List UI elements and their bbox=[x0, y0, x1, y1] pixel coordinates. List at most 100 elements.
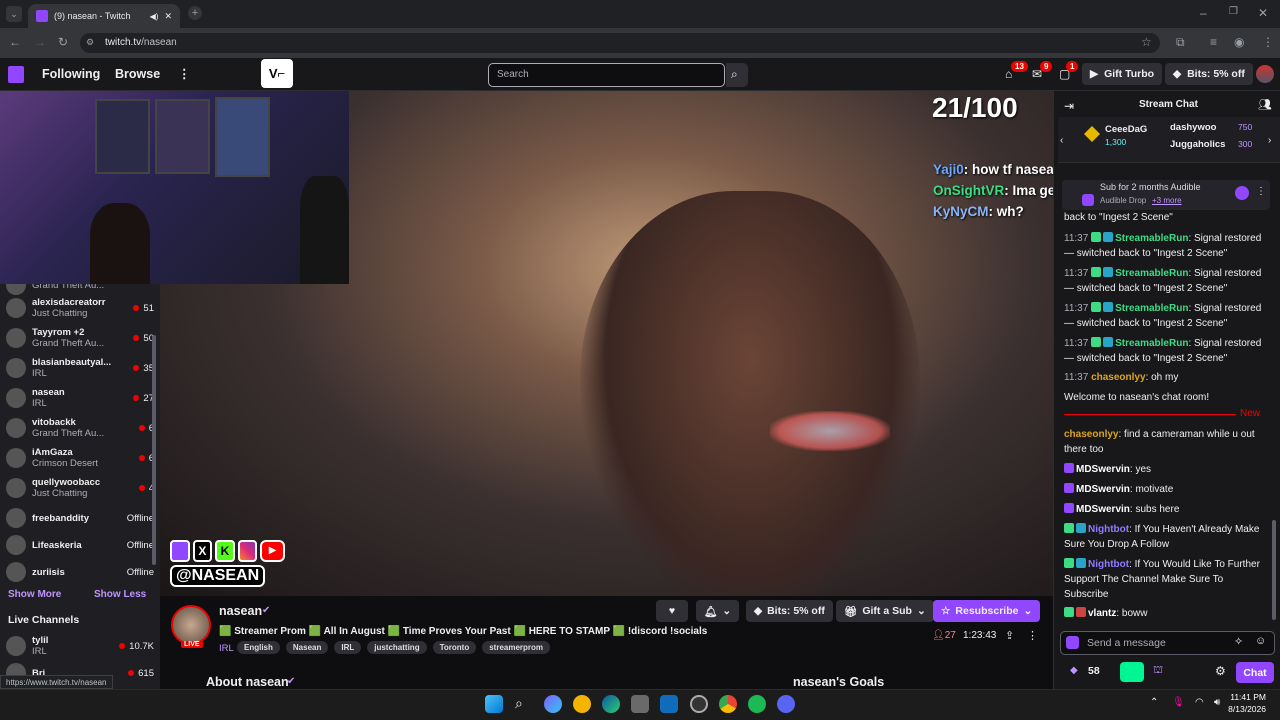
community-icon[interactable]: 👥︎ bbox=[1258, 98, 1272, 111]
chat-message[interactable]: Nightbot: If You Haven't Already Make Su… bbox=[1064, 522, 1264, 552]
sidebar-channel[interactable]: vitobackk Grand Theft Au... 6 bbox=[6, 413, 154, 443]
tray-chevron-icon[interactable]: ⌃ bbox=[1150, 697, 1158, 708]
stream-tag[interactable]: justchatting bbox=[367, 641, 427, 654]
start-icon[interactable] bbox=[485, 695, 503, 713]
sidebar-channel[interactable]: quellywoobacc Just Chatting 4 bbox=[6, 473, 154, 503]
points-icon[interactable]: ◆ bbox=[1070, 665, 1078, 676]
chat-send-button[interactable]: Chat bbox=[1236, 662, 1274, 683]
collapse-chat-icon[interactable]: ⇥ bbox=[1064, 99, 1074, 113]
chat-message[interactable]: 11:37 StreamableRun: Signal restored — s… bbox=[1064, 231, 1264, 261]
notification-button[interactable]: 🔔︎ ⌄ bbox=[696, 600, 740, 622]
chat-username[interactable]: vlantz bbox=[1088, 608, 1116, 619]
chat-message[interactable]: MDSwervin: yes bbox=[1064, 462, 1264, 477]
sidebar-channel[interactable]: freebanddity Offline bbox=[6, 503, 154, 533]
discord-icon[interactable] bbox=[777, 695, 795, 713]
chat-message[interactable]: 11:37 chaseonlyy: oh my bbox=[1064, 370, 1264, 385]
stream-tag[interactable]: English bbox=[237, 641, 280, 654]
chat-username[interactable]: Nightbot bbox=[1088, 524, 1129, 535]
streamer-avatar[interactable] bbox=[171, 605, 211, 645]
chat-message[interactable]: chaseonlyy: find a cameraman while u out… bbox=[1064, 427, 1264, 457]
maximize-icon[interactable]: ❐ bbox=[1229, 6, 1238, 17]
chat-username[interactable]: StreamableRun bbox=[1115, 303, 1188, 314]
hype-icon[interactable]: ⛫ bbox=[1153, 664, 1163, 678]
gift-turbo-button[interactable]: ▶ Gift Turbo bbox=[1082, 63, 1163, 85]
forward-icon[interactable]: → bbox=[34, 35, 46, 49]
chat-message[interactable]: Nightbot: If You Would Like To Further S… bbox=[1064, 557, 1264, 602]
clock-time[interactable]: 11:41 PM bbox=[1230, 692, 1266, 702]
browser-tab[interactable]: (9) nasean - Twitch ◀) ✕ bbox=[28, 4, 180, 28]
reload-icon[interactable]: ↻ bbox=[58, 35, 68, 49]
emote-icon[interactable]: ☺ bbox=[1255, 635, 1266, 647]
sidebar-channel[interactable]: Tayyrom +2 Grand Theft Au... 50 bbox=[6, 323, 154, 353]
more-menu-icon[interactable]: ⋮ bbox=[178, 66, 191, 81]
sidebar-scrollbar[interactable] bbox=[152, 335, 156, 565]
mic-icon[interactable]: 🎙︎ bbox=[1172, 697, 1185, 708]
twitch-logo-icon[interactable] bbox=[8, 66, 24, 83]
stream-tag[interactable]: IRL bbox=[334, 641, 362, 654]
new-tab-button[interactable]: + bbox=[188, 6, 202, 20]
volume-icon[interactable]: 🔊︎ bbox=[1214, 697, 1220, 708]
chat-username[interactable]: Nightbot bbox=[1088, 559, 1129, 570]
media-control-icon[interactable]: ≡ bbox=[1210, 35, 1217, 49]
bits-button[interactable]: ◆ Bits: 5% off bbox=[746, 600, 833, 622]
chat-message[interactable]: 11:37 StreamableRun: Signal restored — s… bbox=[1064, 266, 1264, 296]
teams-chat-icon[interactable] bbox=[573, 695, 591, 713]
url-field[interactable]: twitch.tv/nasean bbox=[80, 33, 1160, 53]
chat-username[interactable]: chaseonlyy bbox=[1064, 429, 1118, 440]
resubscribe-button[interactable]: ☆ Resubscribe ⌄ bbox=[933, 600, 1041, 622]
follow-heart-button[interactable]: ♥ bbox=[656, 600, 688, 622]
wifi-icon[interactable]: ◠ bbox=[1195, 697, 1204, 708]
bookmark-star-icon[interactable]: ☆ bbox=[1141, 35, 1152, 49]
leaderboard-prev-icon[interactable]: ‹ bbox=[1060, 135, 1063, 146]
sidebar-channel[interactable]: Lifeaskeria Offline bbox=[6, 530, 154, 560]
browser-menu-icon[interactable]: ⋮ bbox=[1262, 35, 1274, 49]
chat-settings-icon[interactable]: ⚙ bbox=[1215, 664, 1226, 678]
site-info-icon[interactable]: ⚙ bbox=[86, 37, 94, 48]
sidebar-channel[interactable]: blasianbeautyal... IRL 35 bbox=[6, 353, 154, 383]
chat-username[interactable]: StreamableRun bbox=[1115, 268, 1188, 279]
sidebar-channel[interactable]: nasean IRL 27 bbox=[6, 383, 154, 413]
channel-points-icon[interactable] bbox=[1066, 636, 1079, 649]
sidebar-channel[interactable]: tylil IRL 10.7K bbox=[6, 631, 154, 661]
stream-category[interactable]: IRL bbox=[219, 643, 234, 654]
chat-username[interactable]: StreamableRun bbox=[1115, 338, 1188, 349]
show-more-link[interactable]: Show More bbox=[8, 589, 61, 600]
sidebar-channel[interactable]: iAmGaza Crimson Desert 6 bbox=[6, 443, 154, 473]
minimize-icon[interactable]: – bbox=[1200, 6, 1207, 20]
spotify-icon[interactable] bbox=[748, 695, 766, 713]
chrome-icon[interactable] bbox=[719, 695, 737, 713]
search-input[interactable]: Search bbox=[488, 63, 725, 87]
tab-search-icon[interactable]: ⌄ bbox=[6, 6, 22, 22]
github-icon[interactable] bbox=[690, 695, 708, 713]
chat-message[interactable]: MDSwervin: motivate bbox=[1064, 482, 1264, 497]
streamer-name[interactable]: nasean bbox=[219, 604, 262, 618]
gift-sub-button[interactable]: 🎁︎ Gift a Sub ⌄ bbox=[836, 600, 934, 622]
sidebar-channel[interactable]: zuriisis Offline bbox=[6, 557, 154, 587]
outlook-icon[interactable] bbox=[660, 695, 678, 713]
chat-scrollbar[interactable] bbox=[1272, 520, 1276, 620]
stream-tag[interactable]: Nasean bbox=[285, 641, 329, 654]
user-avatar[interactable] bbox=[1256, 65, 1274, 83]
tab-close-icon[interactable]: ✕ bbox=[164, 11, 172, 22]
close-window-icon[interactable]: ✕ bbox=[1258, 6, 1268, 20]
clock-date[interactable]: 8/13/2026 bbox=[1226, 704, 1266, 714]
edge-icon[interactable] bbox=[602, 695, 620, 713]
search-button[interactable]: ⌕ bbox=[726, 63, 748, 87]
drop-menu-icon[interactable]: ⋮ bbox=[1256, 186, 1266, 197]
chat-message[interactable]: MDSwervin: subs here bbox=[1064, 502, 1264, 517]
show-less-link[interactable]: Show Less bbox=[94, 589, 146, 600]
profile-icon[interactable]: ◉ bbox=[1234, 35, 1244, 49]
chat-username[interactable]: chaseonlyy bbox=[1091, 372, 1145, 383]
store-icon[interactable] bbox=[631, 695, 649, 713]
extension-logo-icon[interactable]: V⌐ bbox=[261, 59, 293, 88]
stream-tag[interactable]: streamerprom bbox=[482, 641, 551, 654]
copilot-icon[interactable] bbox=[544, 695, 562, 713]
audio-icon[interactable]: ◀) bbox=[150, 12, 159, 21]
chat-message[interactable]: 11:37 StreamableRun: Signal restored — s… bbox=[1064, 301, 1264, 331]
chat-message[interactable]: vlantz: boww bbox=[1064, 606, 1264, 621]
chat-username[interactable]: MDSwervin bbox=[1076, 504, 1130, 515]
claim-bonus-button[interactable] bbox=[1120, 662, 1144, 682]
chat-username[interactable]: MDSwervin bbox=[1076, 464, 1130, 475]
chat-username[interactable]: StreamableRun bbox=[1115, 233, 1188, 244]
browse-link[interactable]: Browse bbox=[115, 67, 160, 81]
